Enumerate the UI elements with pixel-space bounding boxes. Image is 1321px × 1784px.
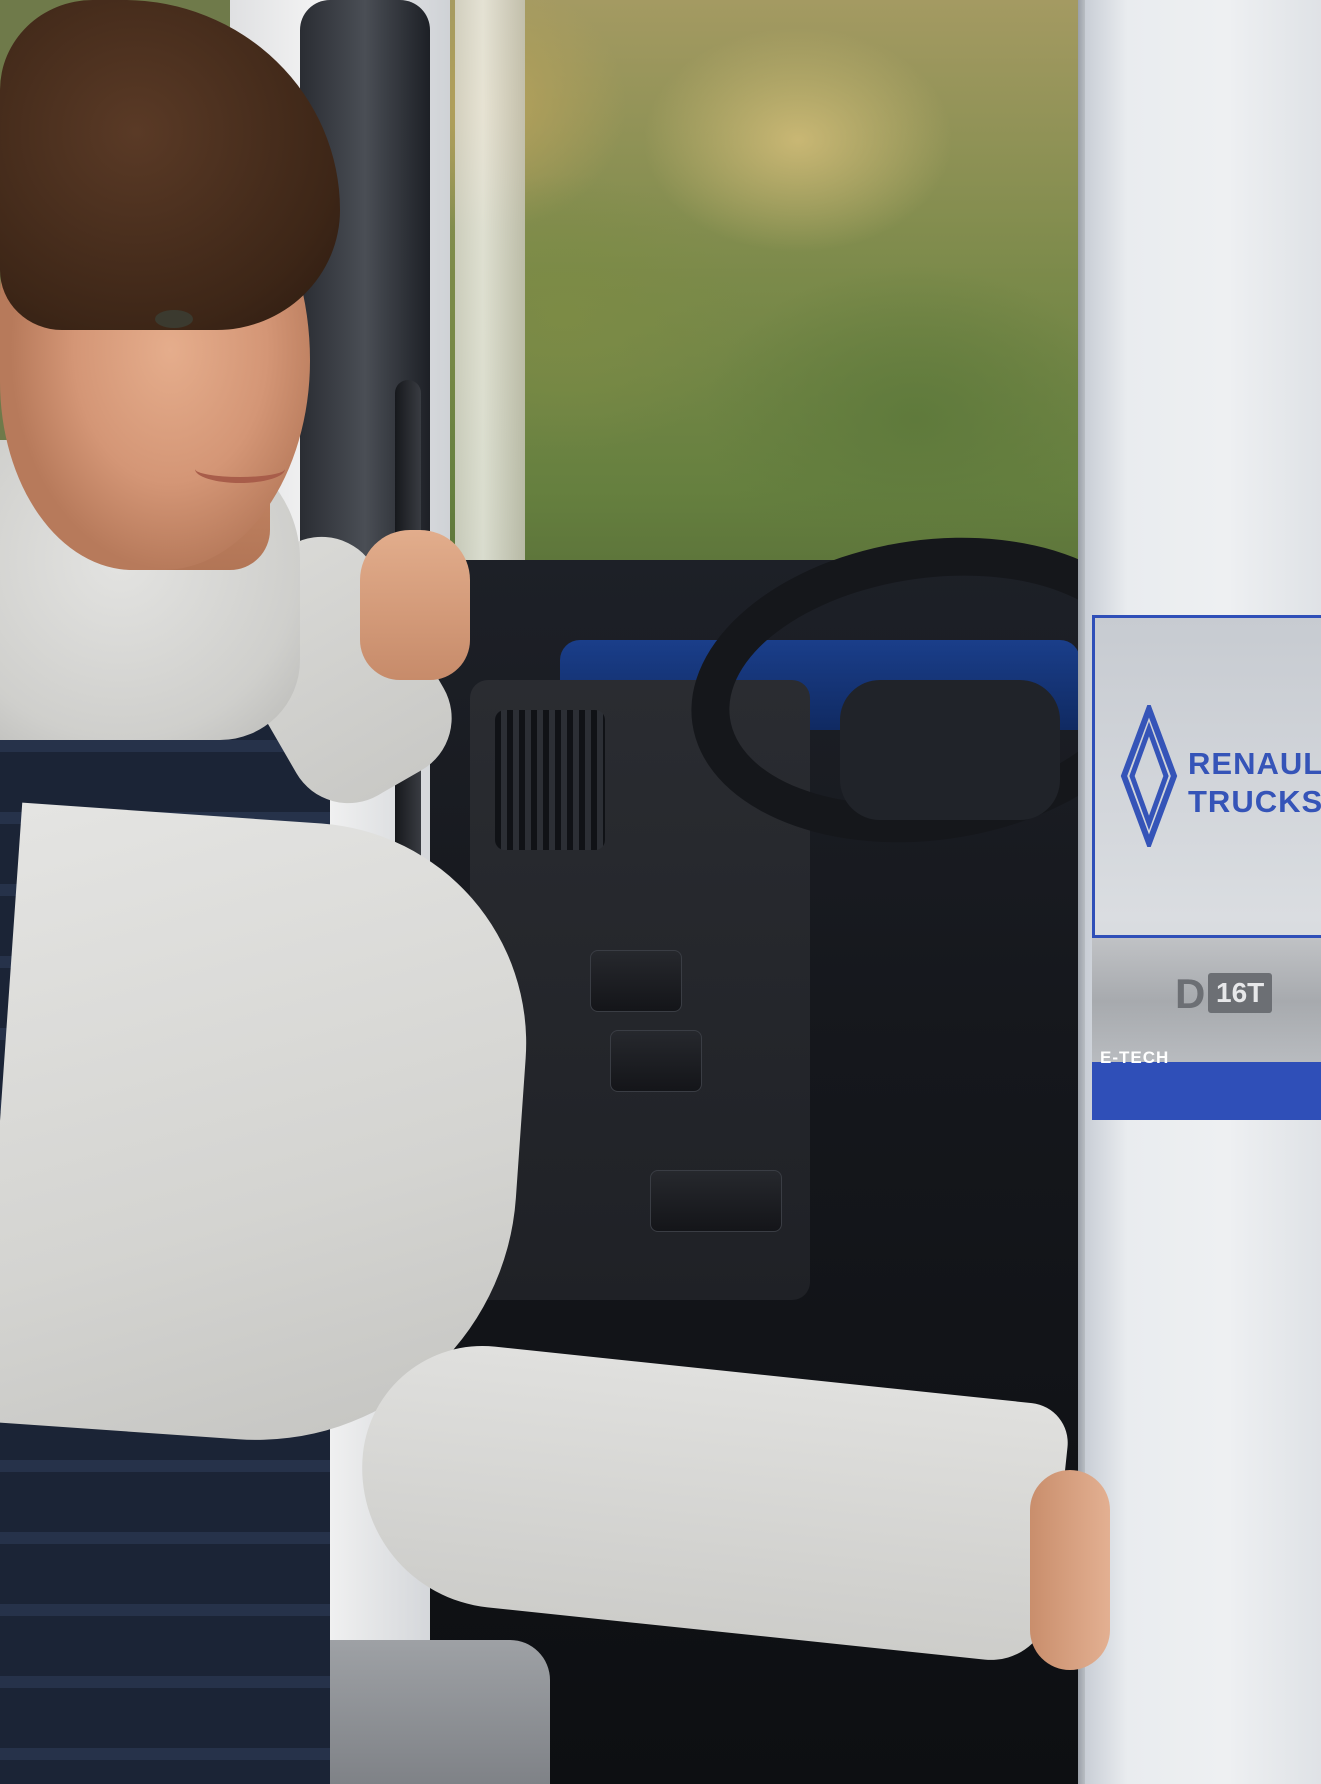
brand-line-2: TRUCKS xyxy=(1188,784,1321,819)
console-switch xyxy=(650,1170,782,1232)
model-letter: D xyxy=(1175,970,1206,1017)
badge-footer xyxy=(1092,1062,1321,1120)
steering-wheel-hub xyxy=(840,680,1060,820)
renault-diamond-logo-icon xyxy=(1120,705,1178,847)
console-switch xyxy=(610,1030,702,1092)
etech-label: E-TECH xyxy=(1100,1048,1170,1067)
eye xyxy=(155,310,193,328)
badge-model-bar xyxy=(1092,935,1321,1065)
smile xyxy=(195,455,285,483)
hand-on-door xyxy=(1030,1470,1110,1670)
air-vent xyxy=(495,710,605,850)
weight-label: 16T xyxy=(1208,973,1273,1013)
photo-scene: RENAULT TRUCKS D 16T E-TECH xyxy=(0,0,1321,1784)
hand-gripping-handle xyxy=(360,530,470,680)
brand-line-1: RENAULT xyxy=(1188,746,1321,781)
console-switch xyxy=(590,950,682,1012)
brand-name: RENAULT TRUCKS xyxy=(1188,745,1321,821)
background-pole xyxy=(455,0,525,560)
